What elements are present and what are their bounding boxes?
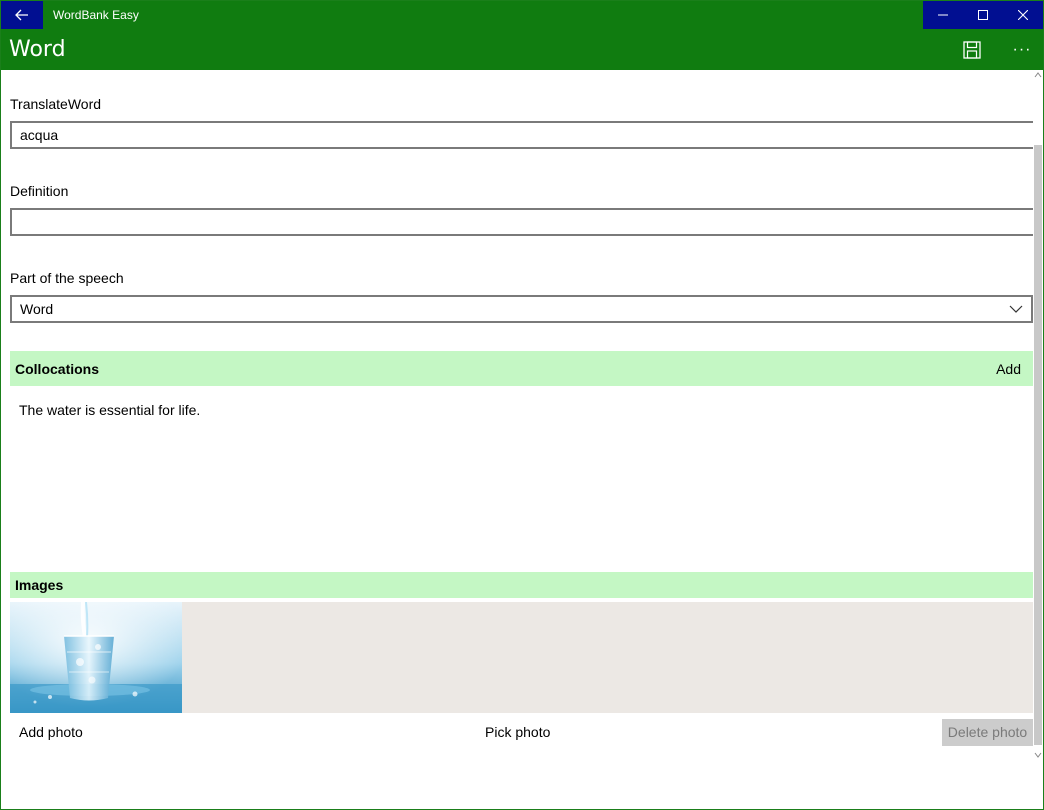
app-window: WordBank Easy Word ··· TranslateWord acq… [0,0,1044,810]
scroll-down-icon[interactable] [1034,750,1042,760]
part-of-speech-value: Word [20,301,54,317]
collocation-item[interactable]: The water is essential for life. [19,402,200,418]
scrollbar-thumb[interactable] [1034,145,1042,745]
scroll-up-icon[interactable] [1034,70,1042,80]
vertical-scrollbar[interactable] [1033,70,1043,762]
pick-photo-button[interactable]: Pick photo [485,718,550,747]
part-of-speech-dropdown[interactable]: Word [10,295,1033,323]
caption-buttons [923,1,1043,29]
title-bar: WordBank Easy [1,1,1043,29]
close-icon [1018,10,1028,20]
minimize-icon [938,14,948,16]
translate-word-input[interactable] [10,121,1033,149]
collocations-title: Collocations [15,361,100,377]
collocations-header: Collocations Add [10,351,1033,386]
water-glass-image-icon [10,602,182,713]
save-button[interactable] [959,37,985,63]
app-title: WordBank Easy [53,8,139,22]
save-icon [963,41,981,59]
delete-photo-button[interactable]: Delete photo [942,719,1033,746]
images-header: Images [10,572,1033,598]
water-glass-photo[interactable] [10,602,182,713]
add-collocation-button[interactable]: Add [996,361,1021,377]
chevron-down-icon [1009,305,1023,313]
app-header: Word ··· [1,29,1043,70]
definition-label: Definition [10,183,69,199]
back-button[interactable] [1,1,43,29]
images-strip [10,602,1033,713]
close-button[interactable] [1003,1,1043,29]
add-photo-button[interactable]: Add photo [19,718,83,747]
translate-word-label: TranslateWord [10,96,102,112]
maximize-button[interactable] [963,1,1003,29]
more-options-button[interactable]: ··· [1009,37,1035,63]
back-arrow-icon [15,9,28,21]
maximize-icon [978,10,988,20]
minimize-button[interactable] [923,1,963,29]
definition-input[interactable] [10,208,1033,236]
part-of-speech-label: Part of the speech [10,270,124,286]
page-title: Word [9,37,66,62]
images-title: Images [15,577,64,593]
